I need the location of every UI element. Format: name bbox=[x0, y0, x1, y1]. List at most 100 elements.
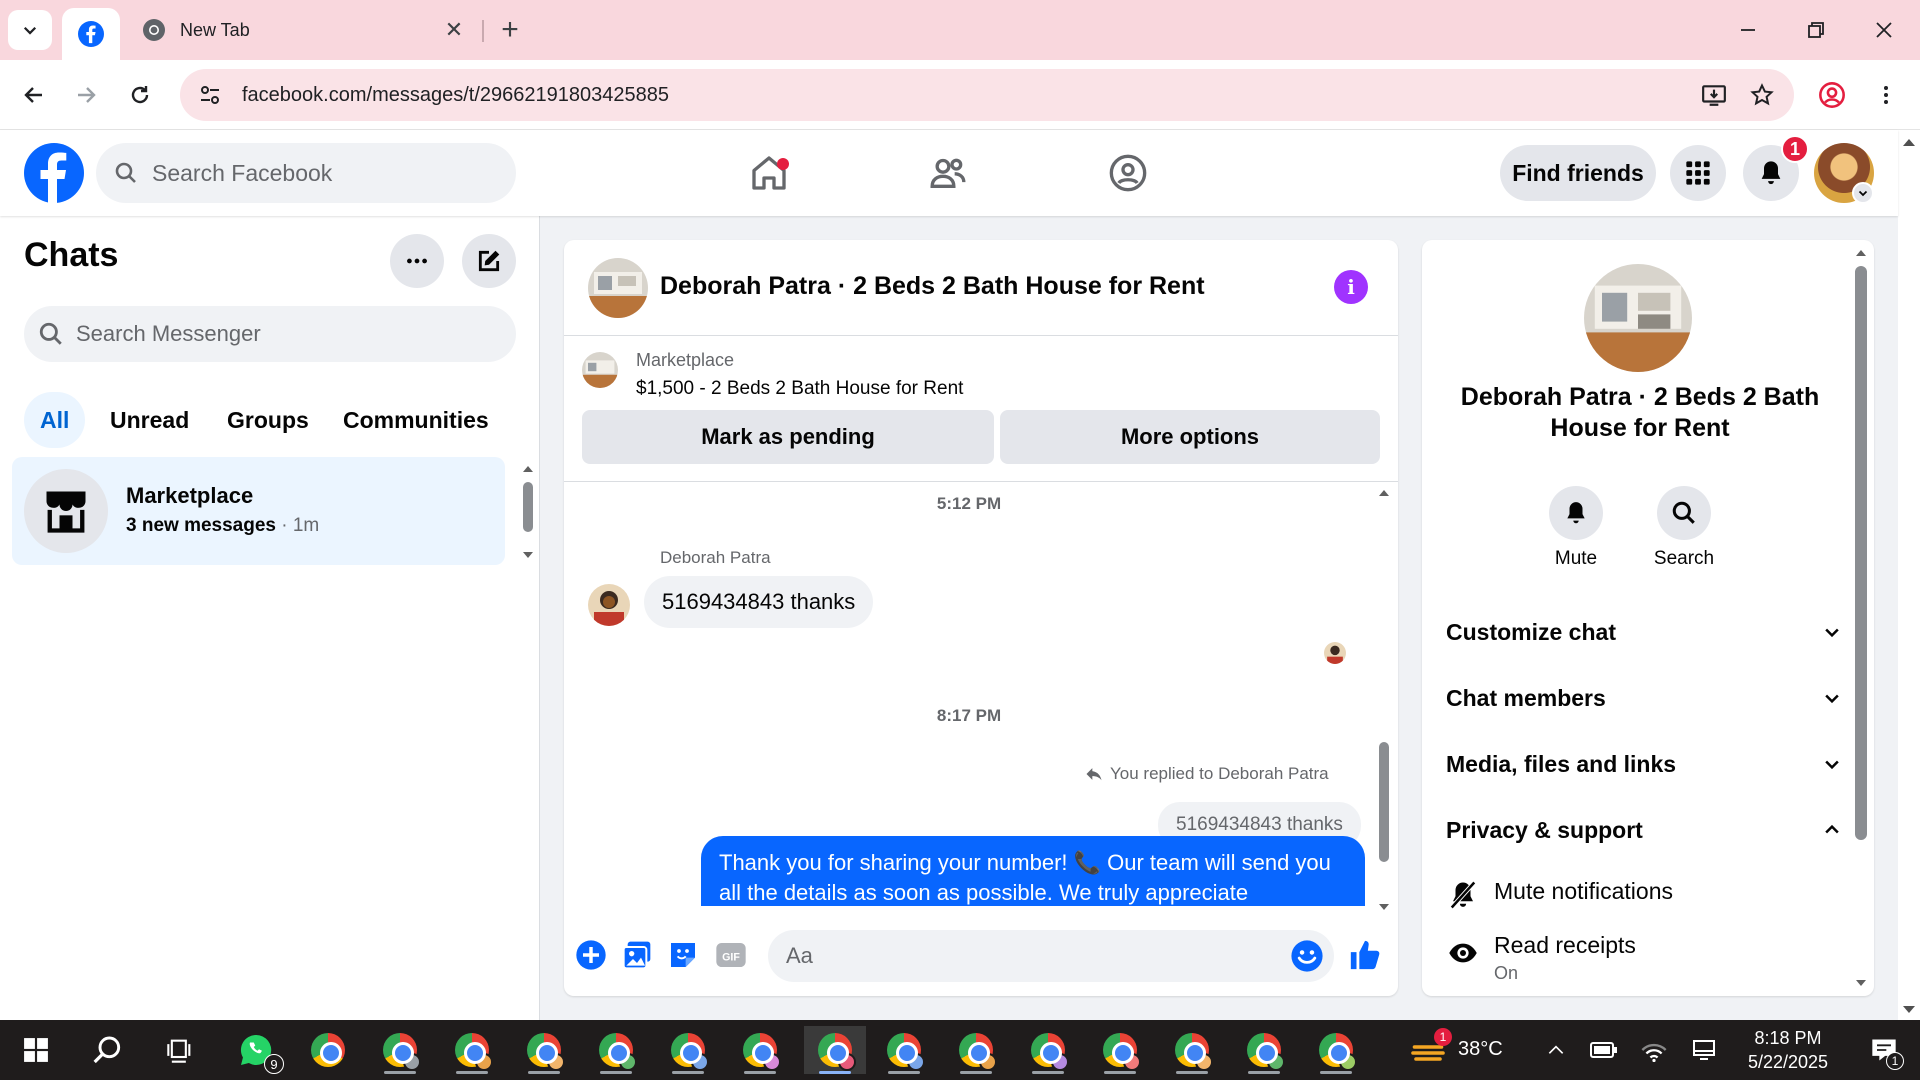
profile-button[interactable] bbox=[1810, 73, 1854, 117]
taskbar-chrome-profile-1[interactable] bbox=[372, 1026, 428, 1074]
filter-unread[interactable]: Unread bbox=[94, 392, 205, 448]
chevron-up-icon bbox=[1825, 824, 1839, 834]
taskbar-clock[interactable]: 8:18 PM 5/22/2025 bbox=[1728, 1026, 1848, 1074]
minimize-button[interactable] bbox=[1720, 8, 1776, 52]
section-chat-members[interactable]: Chat members bbox=[1446, 678, 1842, 718]
nav-home[interactable] bbox=[709, 140, 829, 206]
search-placeholder: Search Facebook bbox=[152, 159, 333, 186]
info-panel-avatar[interactable] bbox=[1584, 264, 1692, 372]
taskbar-chrome-profile-8[interactable] bbox=[948, 1026, 1004, 1074]
tab-facebook[interactable] bbox=[62, 8, 120, 60]
filter-all[interactable]: All bbox=[24, 392, 86, 448]
section-customize-chat[interactable]: Customize chat bbox=[1446, 612, 1842, 652]
close-tab-icon[interactable]: ✕ bbox=[440, 16, 468, 44]
section-media-files-links[interactable]: Media, files and links bbox=[1446, 744, 1842, 784]
account-chevron-icon[interactable] bbox=[1852, 182, 1874, 204]
browser-menu-button[interactable] bbox=[1864, 73, 1908, 117]
conversation-header: Deborah Patra · 2 Beds 2 Bath House for … bbox=[564, 240, 1398, 336]
taskbar-chrome-profile-12[interactable] bbox=[1236, 1026, 1292, 1074]
battery-icon[interactable] bbox=[1576, 1026, 1632, 1074]
find-friends-button[interactable]: Find friends bbox=[1500, 145, 1656, 201]
message-input[interactable]: Aa bbox=[768, 930, 1334, 982]
incoming-message[interactable]: 5169434843 thanks bbox=[644, 576, 874, 628]
facebook-search-input[interactable]: Search Facebook bbox=[96, 143, 516, 203]
install-app-button[interactable] bbox=[1690, 71, 1738, 119]
listing-title[interactable]: $1,500 - 2 Beds 2 Bath House for Rent bbox=[636, 378, 963, 400]
like-button[interactable] bbox=[1348, 938, 1382, 972]
weather-widget-icon[interactable]: 1 bbox=[1400, 1026, 1456, 1074]
taskbar-chrome-profile-9[interactable] bbox=[1020, 1026, 1076, 1074]
forward-button[interactable] bbox=[64, 73, 108, 117]
taskbar-chrome-profile-7[interactable] bbox=[876, 1026, 932, 1074]
wifi-icon[interactable] bbox=[1626, 1026, 1682, 1074]
taskbar-chrome-profile-10[interactable] bbox=[1092, 1026, 1148, 1074]
address-bar[interactable]: facebook.com/messages/t/2966219180342588… bbox=[180, 69, 1794, 121]
site-info-icon[interactable] bbox=[184, 69, 236, 121]
bell-icon bbox=[1567, 502, 1585, 524]
restore-button[interactable] bbox=[1788, 8, 1844, 52]
filter-groups[interactable]: Groups bbox=[211, 392, 325, 448]
new-message-button[interactable] bbox=[462, 234, 516, 288]
tab-search-button[interactable] bbox=[8, 10, 52, 50]
conversation-title[interactable]: Deborah Patra · 2 Beds 2 Bath House for … bbox=[660, 272, 1205, 301]
taskbar-chrome-profile-6[interactable] bbox=[732, 1026, 788, 1074]
search-action[interactable]: Search bbox=[1634, 486, 1734, 570]
taskbar-chrome-profile-11[interactable] bbox=[1164, 1026, 1220, 1074]
back-button[interactable] bbox=[12, 73, 56, 117]
taskbar-chrome-profile-3[interactable] bbox=[516, 1026, 572, 1074]
taskbar-chrome-profile-2[interactable] bbox=[444, 1026, 500, 1074]
attach-photo-button[interactable] bbox=[620, 938, 654, 972]
marketplace-label: Marketplace bbox=[636, 350, 735, 370]
mark-as-pending-button[interactable]: Mark as pending bbox=[582, 410, 994, 464]
more-options-button[interactable]: More options bbox=[1000, 410, 1380, 464]
taskbar-chrome-profile-4[interactable] bbox=[588, 1026, 644, 1074]
reload-button[interactable] bbox=[118, 73, 162, 117]
chrome-icon bbox=[1031, 1033, 1069, 1071]
mute-action[interactable]: Mute bbox=[1526, 486, 1626, 570]
filter-communities[interactable]: Communities bbox=[327, 392, 505, 448]
url-text[interactable]: facebook.com/messages/t/2966219180342588… bbox=[242, 84, 1690, 107]
taskbar-search-button[interactable] bbox=[80, 1026, 136, 1074]
conversation-scroll-thumb[interactable] bbox=[1379, 742, 1389, 862]
taskbar-chrome[interactable] bbox=[300, 1026, 356, 1074]
info-panel-scroll-thumb[interactable] bbox=[1855, 266, 1867, 840]
info-icon[interactable]: i bbox=[1334, 270, 1368, 304]
add-attachment-button[interactable] bbox=[574, 938, 608, 972]
taskbar-chrome-profile-5[interactable] bbox=[660, 1026, 716, 1074]
chat-list-item[interactable]: Marketplace 3 new messages · 1m bbox=[12, 457, 505, 565]
nav-friends[interactable] bbox=[888, 140, 1008, 206]
display-icon[interactable] bbox=[1676, 1026, 1732, 1074]
sender-avatar[interactable] bbox=[588, 584, 630, 626]
search-in-conversation-button[interactable] bbox=[1657, 486, 1711, 540]
tab-new-tab[interactable]: New Tab ✕ bbox=[128, 8, 476, 52]
taskbar-whatsapp[interactable]: 9 bbox=[228, 1026, 284, 1074]
temperature[interactable]: 38°C bbox=[1458, 1038, 1503, 1061]
chat-options-button[interactable] bbox=[390, 234, 444, 288]
action-center-button[interactable]: 1 bbox=[1856, 1026, 1912, 1074]
page-scrollbar[interactable] bbox=[1898, 130, 1920, 1020]
mute-button[interactable] bbox=[1549, 486, 1603, 540]
taskbar-chrome-profile-13[interactable] bbox=[1308, 1026, 1364, 1074]
new-tab-button[interactable]: + bbox=[492, 12, 528, 48]
mute-notifications-item[interactable]: Mute notifications bbox=[1446, 878, 1842, 912]
task-view-button[interactable] bbox=[152, 1026, 208, 1074]
messenger-search-input[interactable]: Search Messenger bbox=[24, 306, 516, 362]
taskbar-chrome-active[interactable] bbox=[804, 1026, 866, 1074]
nav-groups[interactable] bbox=[1068, 140, 1188, 206]
close-window-button[interactable] bbox=[1856, 8, 1912, 52]
gif-button[interactable]: GIF bbox=[714, 938, 748, 972]
bookmark-button[interactable] bbox=[1738, 71, 1786, 119]
emoji-button[interactable] bbox=[1290, 939, 1324, 973]
listing-thumbnail[interactable] bbox=[582, 352, 618, 388]
section-privacy-support[interactable]: Privacy & support bbox=[1446, 810, 1842, 850]
chat-list-scrollbar[interactable] bbox=[521, 462, 535, 562]
browser-tab-strip: New Tab ✕ + bbox=[0, 0, 1920, 60]
conversation-avatar[interactable] bbox=[588, 258, 648, 318]
sticker-button[interactable] bbox=[666, 938, 700, 972]
menu-button[interactable] bbox=[1670, 145, 1726, 201]
start-button[interactable] bbox=[8, 1026, 64, 1074]
message-composer: GIF Aa bbox=[564, 916, 1398, 996]
outgoing-message[interactable]: Thank you for sharing your number! 📞 Our… bbox=[701, 836, 1365, 906]
read-receipts-item[interactable]: Read receipts On bbox=[1446, 932, 1842, 984]
facebook-logo-icon[interactable] bbox=[24, 143, 84, 203]
